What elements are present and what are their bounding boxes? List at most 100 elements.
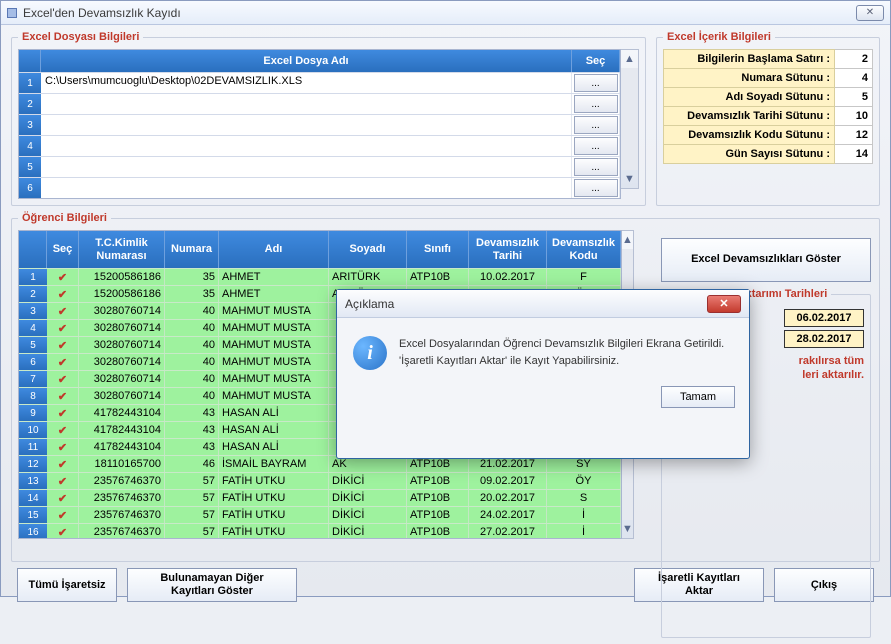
row-index: 11 [19,439,47,455]
row-index: 4 [19,136,41,156]
cell-num: 35 [165,269,219,285]
file-row: 4... [19,135,620,156]
window-close-button[interactable]: ✕ [856,5,884,21]
cell-tck: 23576746370 [79,490,165,506]
dialog-ok-button[interactable]: Tamam [661,386,735,408]
file-scrollbar[interactable]: ▲ ▼ [621,49,639,189]
file-path-cell[interactable]: C:\Users\mumcuoglu\Desktop\02DEVAMSIZLIK… [41,73,572,93]
cell-adi: FATİH UTKU [219,490,329,506]
cell-num: 40 [165,354,219,370]
cell-adi: FATİH UTKU [219,473,329,489]
file-path-cell[interactable] [41,178,572,198]
column-value[interactable]: 14 [835,145,873,164]
cell-adi: MAHMUT MUSTA [219,320,329,336]
cell-tck: 15200586186 [79,286,165,302]
row-index: 14 [19,490,47,506]
row-check-icon[interactable]: ✔ [58,339,67,352]
row-check-icon[interactable]: ✔ [58,271,67,284]
dialog-close-button[interactable]: ✕ [707,295,741,313]
student-row[interactable]: 14✔2357674637057FATİH UTKUDİKİCİATP10B20… [19,489,621,506]
cell-tck: 23576746370 [79,473,165,489]
row-check-icon[interactable]: ✔ [58,475,67,488]
cell-adi: MAHMUT MUSTA [219,354,329,370]
row-check-icon[interactable]: ✔ [58,458,67,471]
col-num[interactable]: Numara [165,231,219,268]
column-value[interactable]: 2 [835,50,873,69]
column-info-group: Excel İçerik Bilgileri Bilgilerin Başlam… [656,31,880,206]
row-check-icon[interactable]: ✔ [58,305,67,318]
scroll-down-icon[interactable]: ▼ [622,520,633,538]
student-row[interactable]: 15✔2357674637057FATİH UTKUDİKİCİATP10B24… [19,506,621,523]
row-check-icon[interactable]: ✔ [58,509,67,522]
row-index: 6 [19,178,41,198]
cell-tck: 30280760714 [79,320,165,336]
row-check-icon[interactable]: ✔ [58,441,67,454]
cell-tck: 23576746370 [79,524,165,538]
row-index: 6 [19,354,47,370]
column-legend: Excel İçerik Bilgileri [663,31,775,43]
row-index: 3 [19,115,41,135]
row-index: 5 [19,157,41,177]
file-browse-button[interactable]: ... [574,74,618,92]
col-sec[interactable]: Seç [47,231,79,268]
scroll-up-icon[interactable]: ▲ [622,231,633,249]
student-row[interactable]: 1✔1520058618635AHMETARITÜRKATP10B10.02.2… [19,268,621,285]
file-browse-button[interactable]: ... [574,116,618,134]
column-label: Devamsızlık Kodu Sütunu : [664,126,835,145]
cell-tarih: 09.02.2017 [469,473,547,489]
cell-adi: MAHMUT MUSTA [219,337,329,353]
column-value[interactable]: 12 [835,126,873,145]
row-index: 5 [19,337,47,353]
date-end-field[interactable]: 28.02.2017 [784,330,864,348]
cell-sinif: ATP10B [407,524,469,538]
file-browse-button[interactable]: ... [574,179,618,197]
column-value[interactable]: 4 [835,69,873,88]
col-adi[interactable]: Adı [219,231,329,268]
column-label: Numara Sütunu : [664,69,835,88]
cell-num: 40 [165,388,219,404]
row-check-icon[interactable]: ✔ [58,407,67,420]
cell-tarih: 20.02.2017 [469,490,547,506]
cell-sinif: ATP10B [407,473,469,489]
window-title: Excel'den Devamsızlık Kayıdı [23,6,856,20]
excel-show-button[interactable]: Excel Devamsızlıkları Göster [661,238,871,282]
column-value[interactable]: 5 [835,88,873,107]
row-check-icon[interactable]: ✔ [58,356,67,369]
col-kod[interactable]: Devamsızlık Kodu [547,231,621,268]
row-index: 12 [19,456,47,472]
cell-tck: 15200586186 [79,269,165,285]
file-path-cell[interactable] [41,157,572,177]
file-browse-button[interactable]: ... [574,95,618,113]
col-sinif[interactable]: Sınıfı [407,231,469,268]
info-dialog: Açıklama ✕ i Excel Dosyalarından Öğrenci… [336,289,750,459]
cell-tarih: 27.02.2017 [469,524,547,538]
row-check-icon[interactable]: ✔ [58,322,67,335]
cell-adi: FATİH UTKU [219,524,329,538]
row-check-icon[interactable]: ✔ [58,492,67,505]
row-check-icon[interactable]: ✔ [58,526,67,539]
file-browse-button[interactable]: ... [574,137,618,155]
student-row[interactable]: 16✔2357674637057FATİH UTKUDİKİCİATP10B27… [19,523,621,538]
row-check-icon[interactable]: ✔ [58,288,67,301]
column-value[interactable]: 10 [835,107,873,126]
file-path-cell[interactable] [41,115,572,135]
scroll-up-icon[interactable]: ▲ [621,50,638,68]
col-tarih[interactable]: Devamsızlık Tarihi [469,231,547,268]
cell-num: 40 [165,371,219,387]
row-index: 16 [19,524,47,538]
row-check-icon[interactable]: ✔ [58,424,67,437]
file-browse-button[interactable]: ... [574,158,618,176]
file-path-cell[interactable] [41,94,572,114]
cell-tck: 41782443104 [79,439,165,455]
cell-kod: İ [547,524,621,538]
col-tck[interactable]: T.C.Kimlik Numarası [79,231,165,268]
student-row[interactable]: 13✔2357674637057FATİH UTKUDİKİCİATP10B09… [19,472,621,489]
scroll-down-icon[interactable]: ▼ [621,170,638,188]
row-check-icon[interactable]: ✔ [58,390,67,403]
cell-tck: 30280760714 [79,337,165,353]
cell-kod: İ [547,507,621,523]
row-check-icon[interactable]: ✔ [58,373,67,386]
file-path-cell[interactable] [41,136,572,156]
date-start-field[interactable]: 06.02.2017 [784,309,864,327]
col-soyadi[interactable]: Soyadı [329,231,407,268]
